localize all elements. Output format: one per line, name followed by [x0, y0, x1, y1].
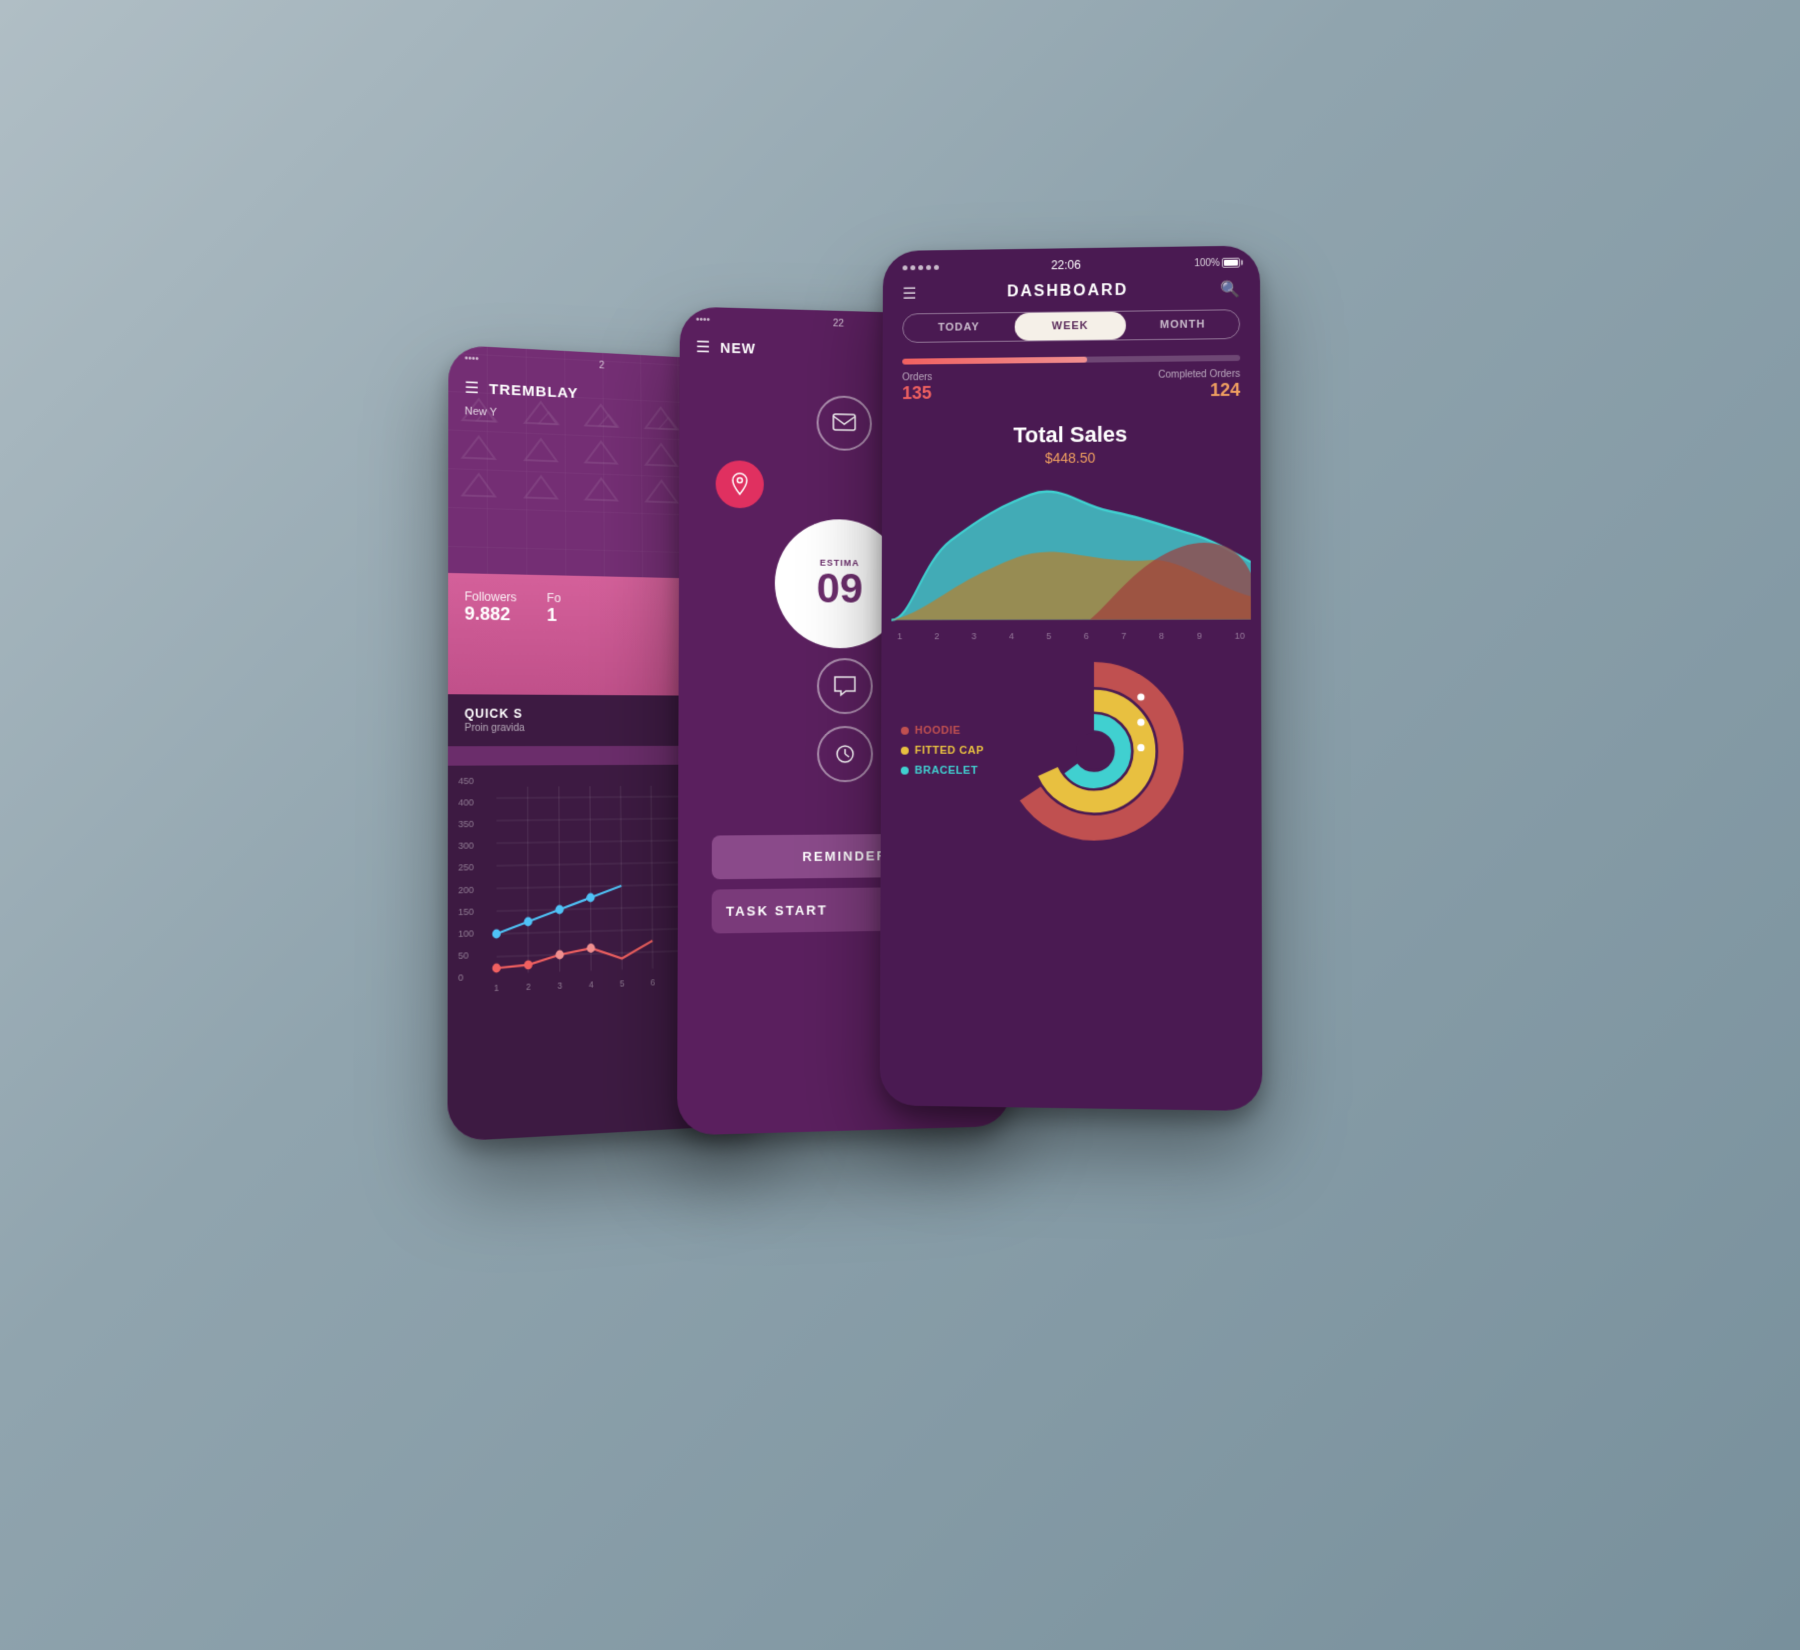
area-chart: [891, 470, 1251, 631]
svg-text:1: 1: [494, 982, 499, 993]
front-time: 22:06: [1051, 258, 1081, 272]
svg-text:3: 3: [558, 980, 563, 991]
tab-today[interactable]: TODAY: [903, 313, 1014, 342]
extra-icon-circle[interactable]: [817, 726, 873, 782]
hoodie-dot: [901, 727, 909, 735]
battery-pct: 100%: [1194, 257, 1220, 268]
quick-sub: Proin gravida: [464, 723, 524, 734]
fo-stat: Fo 1: [547, 591, 561, 626]
svg-text:4: 4: [589, 979, 594, 990]
task-start-label: TASK START: [726, 902, 828, 919]
bracelet-dot: [901, 767, 909, 775]
battery-fill: [1224, 260, 1238, 266]
total-sales-title: Total Sales: [902, 421, 1240, 450]
back-status-dots: ••••: [465, 353, 479, 364]
svg-text:2: 2: [526, 981, 531, 992]
area-chart-section: [882, 470, 1261, 631]
front-header: ☰ DASHBOARD 🔍: [883, 275, 1260, 314]
orders-label: Orders: [902, 372, 932, 383]
fitted-cap-dot: [901, 747, 909, 755]
tabs-row: TODAY WEEK MONTH: [902, 309, 1240, 343]
mid-hamburger-icon[interactable]: ☰: [696, 337, 710, 357]
progress-bar-outer: [902, 355, 1240, 365]
completed-orders-stat: Completed Orders 124: [1158, 369, 1240, 402]
hamburger-icon[interactable]: ☰: [465, 378, 480, 398]
search-icon[interactable]: 🔍: [1220, 279, 1240, 299]
front-hamburger-icon[interactable]: ☰: [902, 284, 916, 304]
total-sales-section: Total Sales $448.50: [882, 411, 1260, 474]
fo-label: Fo: [547, 591, 561, 605]
orders-stat: Orders 135: [902, 372, 932, 404]
fitted-cap-label: FITTED CAP: [915, 745, 984, 757]
location-icon-circle[interactable]: [716, 460, 764, 508]
legend-bracelet: BRACELET: [901, 765, 984, 777]
donut-chart-container: [1004, 661, 1185, 842]
svg-text:5: 5: [620, 978, 625, 989]
chart-y-labels: 450400350300250 200150100500: [458, 776, 474, 983]
mail-icon-circle[interactable]: [817, 395, 872, 451]
mid-status-dots: ••••: [696, 315, 710, 326]
estimate-value: 09: [816, 568, 863, 610]
followers-stat: Followers 9.882: [465, 589, 517, 625]
quick-title: QUICK S: [464, 707, 522, 721]
total-sales-value: $448.50: [902, 449, 1241, 467]
legend-hoodie: HOODIE: [901, 725, 984, 737]
status-dots: [903, 264, 939, 269]
back-app-title: TREMBLAY: [489, 381, 578, 402]
completed-orders-value: 124: [1158, 380, 1240, 402]
back-status-time: 2: [599, 360, 604, 371]
followers-value: 9.882: [465, 603, 517, 625]
battery-icon: [1222, 258, 1240, 268]
chart-x-labels: 12345 678910: [881, 631, 1261, 642]
mid-app-title: NEW: [720, 340, 756, 357]
donut-chart: [1004, 661, 1185, 842]
completed-orders-label: Completed Orders: [1158, 369, 1240, 381]
fo-value: 1: [547, 605, 561, 626]
orders-value: 135: [902, 383, 932, 404]
mid-status-time: 22: [833, 318, 844, 329]
orders-section: Orders 135 Completed Orders 124: [882, 355, 1260, 404]
tab-month[interactable]: MONTH: [1126, 310, 1239, 339]
donut-legend: HOODIE FITTED CAP BRACELET: [901, 725, 984, 777]
bracelet-label: BRACELET: [915, 765, 978, 777]
chat-icon-circle[interactable]: [817, 658, 873, 714]
phone-front: 22:06 100% ☰ DASHBOARD 🔍 TODAY WEEK MONT…: [880, 245, 1263, 1111]
progress-bar-inner: [902, 357, 1087, 365]
orders-labels: Orders 135 Completed Orders 124: [902, 369, 1240, 404]
tab-week[interactable]: WEEK: [1014, 312, 1126, 341]
phones-container: •••• 2 100% ☰ TREMBLAY New Y Followers 9…: [450, 225, 1350, 1425]
legend-fitted-cap: FITTED CAP: [901, 745, 984, 757]
battery-indicator: 100%: [1194, 257, 1240, 269]
svg-text:6: 6: [651, 977, 656, 988]
front-app-title: DASHBOARD: [1007, 282, 1128, 301]
followers-label: Followers: [465, 589, 517, 604]
hoodie-label: HOODIE: [915, 725, 961, 737]
donut-section: HOODIE FITTED CAP BRACELET: [881, 651, 1262, 853]
